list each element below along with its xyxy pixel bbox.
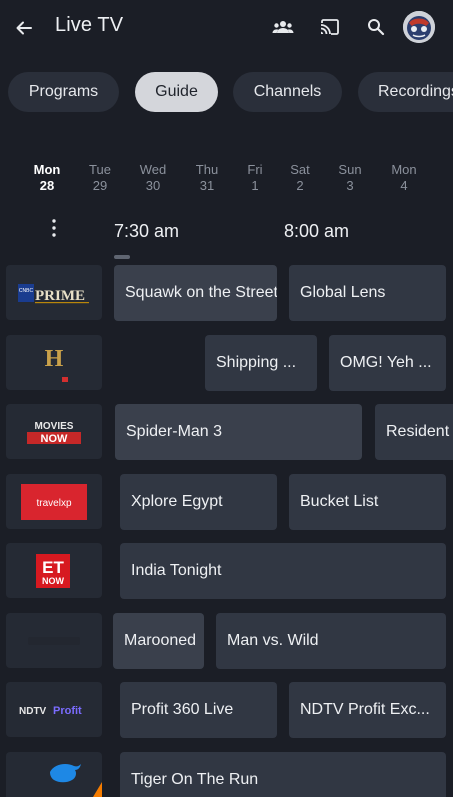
day-label: Fri	[247, 162, 263, 177]
program-cell[interactable]: Global Lens	[289, 265, 446, 321]
day-date: 31	[199, 178, 215, 193]
guide-tabs: Programs Guide Channels Recordings	[0, 72, 453, 114]
back-arrow-icon[interactable]	[11, 15, 37, 41]
logo-text: NOW	[41, 433, 69, 445]
time-slot-label: 7:30 am	[114, 221, 180, 241]
channel-logo-travelxp[interactable]: travelxp	[6, 474, 102, 529]
channel-logo-history[interactable]: H	[6, 335, 102, 390]
program-cell[interactable]: OMG! Yeh ...	[329, 335, 446, 391]
tab-channels[interactable]: Channels	[233, 72, 342, 112]
program-cell[interactable]: Man vs. Wild	[216, 613, 446, 669]
search-icon[interactable]	[364, 15, 388, 39]
logo-text: travelxp	[36, 498, 71, 509]
tab-recordings[interactable]: Recordings	[358, 72, 453, 112]
day-date: 30	[145, 178, 161, 193]
avatar[interactable]	[403, 11, 435, 43]
program-cell[interactable]: Xplore Egypt	[120, 474, 277, 530]
movies-now-logo: MOVIES NOW	[27, 421, 81, 445]
program-cell[interactable]: Tiger On The Run	[120, 752, 446, 797]
nat-geo-wild-logo	[28, 636, 80, 645]
logo-text: PRIME	[35, 288, 85, 304]
program-cell[interactable]: Marooned	[113, 613, 204, 669]
day-date: 1	[251, 178, 259, 193]
page-title: Live TV	[55, 14, 124, 36]
day-item[interactable]: Tue 29	[78, 162, 122, 194]
channel-logo-cnbc-prime[interactable]: CNBC PRIME	[6, 265, 102, 320]
day-date: 4	[400, 178, 408, 193]
channel-logo-nat-geo-wild[interactable]	[6, 613, 102, 668]
program-cell[interactable]: Shipping ...	[205, 335, 317, 391]
logo-text: H	[45, 346, 64, 372]
ndtv-profit-logo: NDTV Profit	[19, 705, 82, 717]
cnbc-prime-logo: CNBC PRIME	[18, 283, 89, 304]
logo-text: ET	[42, 558, 64, 577]
app-header: Live TV	[0, 0, 453, 56]
program-cell[interactable]: Resident Evil	[375, 404, 453, 460]
day-label: Mon	[33, 162, 61, 177]
day-date: 28	[39, 178, 55, 193]
time-slot-label: 8:00 am	[284, 221, 350, 241]
program-cell[interactable]: Bucket List	[289, 474, 446, 530]
more-options-icon[interactable]	[44, 218, 64, 238]
day-label: Sun	[338, 162, 362, 177]
logo-text: NDTV	[19, 706, 47, 717]
day-label: Mon	[391, 162, 417, 177]
day-date: 29	[92, 178, 108, 193]
channel-logo-movies-now[interactable]: MOVIES NOW	[6, 404, 102, 459]
day-item[interactable]: Sat 2	[278, 162, 322, 194]
day-item[interactable]: Fri 1	[233, 162, 277, 194]
logo-text: NOW	[42, 576, 65, 586]
day-label: Sat	[290, 162, 310, 177]
program-cell[interactable]: Profit 360 Live	[120, 682, 277, 738]
channel-logo-ndtv-profit[interactable]: NDTV Profit	[6, 682, 102, 737]
day-label: Wed	[139, 162, 167, 177]
logo-text: Profit	[53, 705, 82, 717]
tab-programs[interactable]: Programs	[8, 72, 119, 112]
channel-logo-animal-planet[interactable]	[6, 752, 102, 797]
day-item[interactable]: Wed 30	[131, 162, 175, 194]
day-selector: Mon 28 Tue 29 Wed 30 Thu 31 Fri 1 Sat 2 Sun 3 M…	[0, 162, 453, 202]
history-logo: H	[45, 346, 68, 382]
day-label: Thu	[195, 162, 219, 177]
people-icon[interactable]	[271, 15, 295, 39]
program-cell[interactable]: NDTV Profit Exc...	[289, 682, 446, 738]
travelxp-logo: travelxp	[21, 483, 87, 520]
et-now-logo: ET NOW	[36, 553, 70, 588]
cast-icon[interactable]	[318, 15, 342, 39]
day-item[interactable]: Mon 4	[382, 162, 426, 194]
channel-logo-et-now[interactable]: ET NOW	[6, 543, 102, 598]
day-date: 2	[296, 178, 304, 193]
day-item[interactable]: Sun 3	[328, 162, 372, 194]
program-cell[interactable]: India Tonight	[120, 543, 446, 599]
day-item[interactable]: Thu 31	[185, 162, 229, 194]
animal-planet-logo	[50, 764, 102, 797]
logo-text: MOVIES	[35, 421, 74, 432]
logo-text: CNBC	[19, 288, 34, 294]
program-cell[interactable]: Spider-Man 3	[115, 404, 362, 460]
current-time-marker	[114, 255, 130, 259]
program-cell[interactable]: Squawk on the Street	[114, 265, 277, 321]
day-date: 3	[346, 178, 354, 193]
day-label: Tue	[89, 162, 111, 177]
tab-guide[interactable]: Guide	[135, 72, 218, 112]
day-item[interactable]: Mon 28	[25, 162, 69, 194]
live-tv-guide-screen: Live TV Programs Guide Channels Recordin…	[0, 0, 453, 797]
